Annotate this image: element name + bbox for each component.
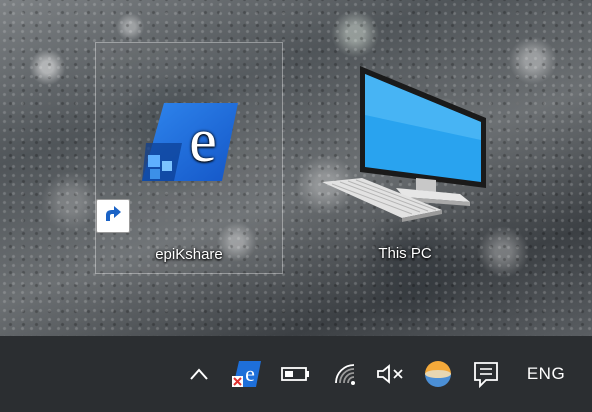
- svg-text:e: e: [245, 361, 255, 386]
- wifi-no-internet-icon[interactable]: [330, 354, 362, 394]
- chevron-up-icon[interactable]: [185, 354, 213, 394]
- desktop-icon-this-pc[interactable]: This PC: [320, 60, 490, 270]
- action-center-icon[interactable]: [470, 354, 502, 394]
- computer-monitor-icon: [322, 66, 486, 222]
- speaker-muted-icon[interactable]: [374, 354, 406, 394]
- epikshare-tray-icon[interactable]: e: [229, 354, 263, 394]
- svg-text:e: e: [189, 107, 217, 175]
- desktop-icon-label: epiKshare: [155, 246, 223, 263]
- epikshare-app-icon: e: [142, 103, 238, 181]
- taskbar: e ENG: [0, 336, 592, 412]
- desktop-wallpaper: [0, 0, 592, 336]
- battery-icon[interactable]: [278, 354, 314, 394]
- language-indicator[interactable]: ENG: [518, 354, 574, 394]
- shortcut-arrow-icon: [96, 199, 130, 233]
- desktop-icon-label: This PC: [378, 245, 432, 262]
- weather-icon[interactable]: [422, 354, 454, 394]
- desktop-icon-epikshare[interactable]: e epiKshare: [95, 42, 283, 274]
